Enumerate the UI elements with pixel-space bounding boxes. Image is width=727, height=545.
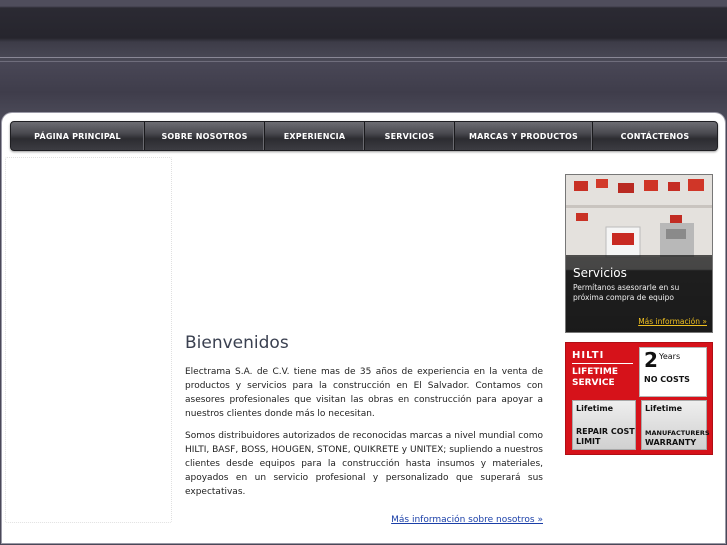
warranty-lifetime-label: Lifetime bbox=[645, 404, 683, 413]
content-panel: PÁGINA PRINCIPAL SOBRE NOSOTROS EXPERIEN… bbox=[2, 113, 725, 543]
no-costs-label: NO COSTS bbox=[644, 375, 690, 384]
two-years-box: 2 Years NO COSTS bbox=[639, 347, 707, 397]
nav-item-services[interactable]: SERVICIOS bbox=[365, 122, 455, 150]
header-divider bbox=[0, 57, 727, 58]
left-sidebar bbox=[5, 157, 172, 523]
warranty-word: WARRANTY bbox=[645, 438, 697, 447]
years-number: 2 bbox=[644, 348, 658, 372]
nav-item-about[interactable]: SOBRE NOSOTROS bbox=[145, 122, 265, 150]
services-more-link[interactable]: Más información » bbox=[638, 317, 707, 326]
warranty-label: MANUFACTURERS WARRANTY bbox=[645, 429, 710, 448]
nav-item-home[interactable]: PÁGINA PRINCIPAL bbox=[11, 122, 145, 150]
about-more-link[interactable]: Más información sobre nosotros » bbox=[391, 515, 543, 525]
hilti-warranty-banner[interactable]: HILTI LIFETIME SERVICE 2 Years NO COSTS … bbox=[565, 342, 713, 455]
repair-lifetime-label: Lifetime bbox=[576, 404, 614, 413]
repair-cost-limit-box: Lifetime REPAIR COST LIMIT bbox=[572, 400, 636, 450]
main-navigation: PÁGINA PRINCIPAL SOBRE NOSOTROS EXPERIEN… bbox=[10, 121, 718, 151]
lifetime-service-label: LIFETIME SERVICE bbox=[572, 367, 618, 388]
page-title: Bienvenidos bbox=[185, 333, 289, 353]
services-description: Permítanos asesorarle en su próxima comp… bbox=[573, 283, 680, 302]
top-header-bar bbox=[0, 0, 727, 62]
nav-item-experience[interactable]: EXPERIENCIA bbox=[265, 122, 365, 150]
intro-paragraph: Electrama S.A. de C.V. tiene mas de 35 a… bbox=[185, 367, 543, 419]
years-word: Years bbox=[659, 352, 681, 361]
hilti-logo: HILTI bbox=[572, 350, 633, 364]
nav-item-brands-products[interactable]: MARCAS Y PRODUCTOS bbox=[455, 122, 593, 150]
services-title: Servicios bbox=[573, 266, 627, 280]
header-band bbox=[0, 62, 727, 117]
manufacturers-label: MANUFACTURERS bbox=[645, 429, 710, 437]
manufacturers-warranty-box: Lifetime MANUFACTURERS WARRANTY bbox=[641, 400, 710, 450]
nav-item-contact[interactable]: CONTÁCTENOS bbox=[593, 122, 717, 150]
repair-cost-limit-label: REPAIR COST LIMIT bbox=[576, 427, 635, 446]
main-content: Bienvenidos Electrama S.A. de C.V. tiene… bbox=[185, 333, 543, 526]
more-info-row: Más información sobre nosotros » bbox=[185, 507, 543, 526]
services-promo-card[interactable]: Servicios Permítanos asesorarle en su pr… bbox=[565, 174, 713, 333]
brands-paragraph: Somos distribuidores autorizados de reco… bbox=[185, 431, 543, 497]
